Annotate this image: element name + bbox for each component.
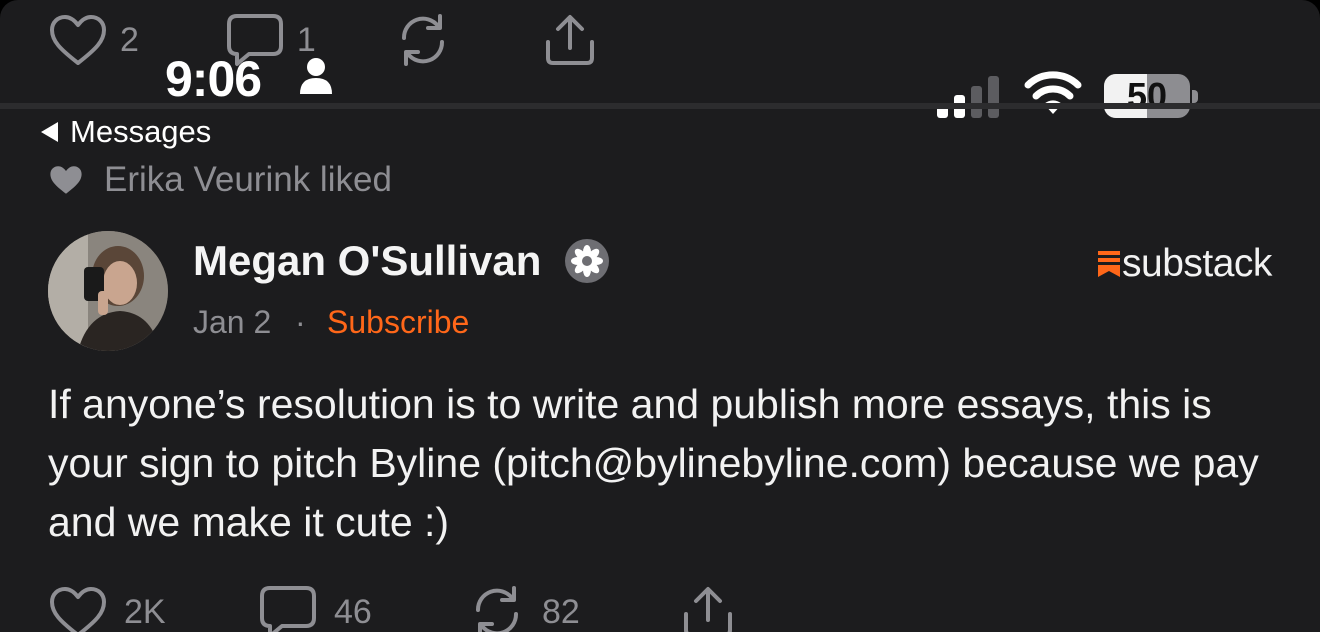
- post-date: Jan 2: [193, 304, 272, 340]
- status-time: 9:06: [165, 51, 262, 107]
- separator-dot: ·: [295, 304, 306, 340]
- post-body: If anyone’s resolution is to write and p…: [48, 381, 1259, 545]
- share-icon[interactable]: [542, 12, 598, 68]
- liked-context[interactable]: Erika Veurink liked: [48, 160, 392, 200]
- restack-icon: [468, 584, 526, 632]
- wifi-icon: [1023, 70, 1083, 121]
- like-count: 2K: [124, 592, 166, 631]
- avatar[interactable]: [48, 231, 168, 351]
- back-arrow-icon: [38, 120, 60, 144]
- heart-icon: [48, 585, 108, 632]
- substack-logo-icon: [1098, 251, 1120, 277]
- comment-button[interactable]: 46: [258, 584, 372, 632]
- substack-brand[interactable]: substack: [1098, 242, 1272, 286]
- verified-badge-icon: [564, 238, 610, 289]
- restack-count: 82: [542, 592, 580, 631]
- subscribe-link[interactable]: Subscribe: [327, 304, 469, 341]
- battery-icon: 50: [1104, 74, 1190, 118]
- prev-comment-count: 1: [296, 20, 316, 59]
- share-icon: [680, 584, 736, 632]
- signal-icon: [937, 76, 1003, 123]
- restack-icon[interactable]: [394, 12, 452, 68]
- liked-by-text: Erika Veurink liked: [104, 160, 392, 199]
- restack-button[interactable]: 82: [468, 584, 580, 632]
- battery-level: 50: [1126, 75, 1168, 116]
- post-card: 2 1 9:06 50 Messages Erika Veurink liked…: [0, 0, 1320, 632]
- prev-like-count: 2: [120, 20, 139, 59]
- heart-icon[interactable]: [48, 13, 108, 67]
- substack-wordmark: substack: [1122, 242, 1272, 285]
- person-icon: [298, 56, 334, 101]
- heart-filled-icon: [48, 163, 84, 197]
- author-name[interactable]: Megan O'Sullivan: [193, 237, 541, 285]
- back-label: Messages: [70, 114, 212, 149]
- comment-count: 46: [334, 592, 372, 631]
- comment-icon: [258, 584, 318, 632]
- battery-tip: [1192, 90, 1198, 103]
- like-button[interactable]: 2K: [48, 584, 166, 632]
- divider: [0, 103, 1320, 109]
- share-button[interactable]: [680, 584, 736, 632]
- back-button[interactable]: Messages: [38, 114, 211, 150]
